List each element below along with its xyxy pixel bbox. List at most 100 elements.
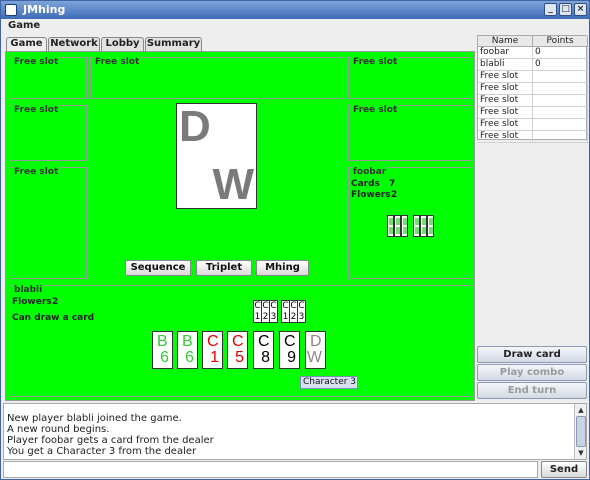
title-bar[interactable]: JMhing _ □ × <box>1 1 589 19</box>
score-points-cell <box>533 83 588 95</box>
score-name-cell: Free slot <box>478 131 533 143</box>
log-line: You get a Character 3 from the dealer <box>7 446 197 457</box>
opponent-tile <box>394 215 401 237</box>
slot-label: Free slot <box>13 105 60 115</box>
score-name-cell: blabli <box>478 59 533 71</box>
col-header-points[interactable]: Points <box>533 36 588 47</box>
window-title: JMhing <box>23 3 66 16</box>
score-row[interactable]: Free slot <box>478 71 588 83</box>
draw-card-button[interactable]: Draw card <box>477 346 587 363</box>
tile-tooltip: Character 3 <box>300 376 358 389</box>
slot-label: Free slot <box>13 57 60 67</box>
flowers-value: 2 <box>391 190 398 200</box>
app-icon <box>5 4 17 16</box>
tab-network[interactable]: Network <box>48 37 100 51</box>
score-name-cell: Free slot <box>478 95 533 107</box>
scroll-down-icon[interactable]: ▼ <box>576 448 586 458</box>
log-line: A new round begins. <box>7 424 110 435</box>
hand-tile[interactable]: C5 <box>227 331 248 369</box>
menu-bar: Game <box>1 19 589 35</box>
col-header-name[interactable]: Name <box>478 36 533 47</box>
play-combo-button[interactable]: Play combo <box>477 364 587 381</box>
message-log: New player blabli joined the game. A new … <box>3 403 587 460</box>
score-row[interactable]: blabli 0 <box>478 59 588 71</box>
opponent-panel: foobar Cards 7 Flowers 2 <box>348 167 472 279</box>
meld-tile: C3 <box>297 300 306 323</box>
score-row[interactable]: Free slot <box>478 119 588 131</box>
slot-lower-left: Free slot <box>9 167 87 279</box>
score-name-cell: Free slot <box>478 83 533 95</box>
tab-lobby[interactable]: Lobby <box>101 37 144 51</box>
player-panel: blabli Flowers 2 Can draw a card C1 C2 C… <box>9 285 472 397</box>
scroll-thumb[interactable] <box>576 416 586 447</box>
score-points-cell <box>533 71 588 83</box>
log-line: Player foobar gets a card from the deale… <box>7 435 214 446</box>
score-row[interactable]: Free slot <box>478 131 588 143</box>
score-row[interactable]: Free slot <box>478 95 588 107</box>
mhing-button[interactable]: Mhing <box>256 260 309 276</box>
slot-label: Free slot <box>94 57 141 67</box>
score-points-cell <box>533 119 588 131</box>
game-board: Free slot Free slot Free slot Free slot … <box>5 51 475 401</box>
main-window: JMhing _ □ × Game Game Network Lobby Sum… <box>0 0 590 480</box>
hand-tile[interactable]: DW <box>305 331 326 369</box>
slot-mid-right: Free slot <box>348 105 472 161</box>
hand-tile[interactable]: B6 <box>177 331 198 369</box>
score-points-cell <box>533 107 588 119</box>
discard-tile[interactable]: D W <box>176 103 257 209</box>
chat-input[interactable] <box>3 461 538 478</box>
score-name-cell: foobar <box>478 47 533 59</box>
score-points-cell <box>533 95 588 107</box>
menu-game[interactable]: Game <box>8 20 40 31</box>
slot-label: Free slot <box>352 57 399 67</box>
send-button[interactable]: Send <box>541 461 587 478</box>
hand-tile[interactable]: B6 <box>152 331 173 369</box>
score-name-cell: Free slot <box>478 107 533 119</box>
score-name-cell: Free slot <box>478 119 533 131</box>
slot-top-right: Free slot <box>348 57 472 99</box>
opponent-tile <box>420 215 427 237</box>
tab-summary[interactable]: Summary <box>145 37 202 51</box>
scroll-up-icon[interactable]: ▲ <box>576 405 586 415</box>
score-row[interactable]: foobar 0 <box>478 47 588 59</box>
player-flowers-label: Flowers <box>12 297 52 307</box>
sequence-button[interactable]: Sequence <box>125 260 191 276</box>
hand-tile[interactable]: C1 <box>202 331 223 369</box>
player-flowers-value: 2 <box>52 297 59 307</box>
log-line: New player blabli joined the game. <box>7 413 182 424</box>
slot-label: Free slot <box>13 167 60 177</box>
slot-top-center: Free slot <box>90 57 344 99</box>
cards-value: 7 <box>389 179 396 189</box>
meld-tile: C3 <box>269 300 278 323</box>
slot-top-left: Free slot <box>9 57 87 99</box>
log-scrollbar[interactable]: ▲ ▼ <box>574 404 586 459</box>
minimize-icon[interactable]: _ <box>544 3 557 16</box>
player-status: Can draw a card <box>12 313 95 323</box>
triplet-button[interactable]: Triplet <box>196 260 252 276</box>
opponent-tile <box>401 215 408 237</box>
slot-label: Free slot <box>352 105 399 115</box>
score-name-cell: Free slot <box>478 71 533 83</box>
end-turn-button[interactable]: End turn <box>477 382 587 399</box>
tile-top-char: D <box>179 102 211 151</box>
cards-label: Cards <box>351 179 380 189</box>
opponent-tile <box>387 215 394 237</box>
score-row[interactable]: Free slot <box>478 107 588 119</box>
maximize-icon[interactable]: □ <box>559 3 572 16</box>
opponent-tile <box>413 215 420 237</box>
player-name: blabli <box>13 285 44 295</box>
close-icon[interactable]: × <box>574 3 587 16</box>
tile-bottom-char: W <box>212 160 254 209</box>
hand-tile[interactable]: C8 <box>253 331 274 369</box>
score-row[interactable]: Free slot <box>478 83 588 95</box>
opponent-tile <box>427 215 434 237</box>
hand-tile[interactable]: C9 <box>279 331 300 369</box>
score-points-cell <box>533 131 588 143</box>
opponent-name: foobar <box>352 167 388 177</box>
score-points-cell: 0 <box>533 47 588 59</box>
score-table: Name Points foobar 0 blabli 0 Free slot Free … <box>477 35 588 143</box>
score-points-cell: 0 <box>533 59 588 71</box>
flowers-label: Flowers <box>351 190 391 200</box>
slot-mid-left: Free slot <box>9 105 87 161</box>
tab-game[interactable]: Game <box>6 37 47 52</box>
